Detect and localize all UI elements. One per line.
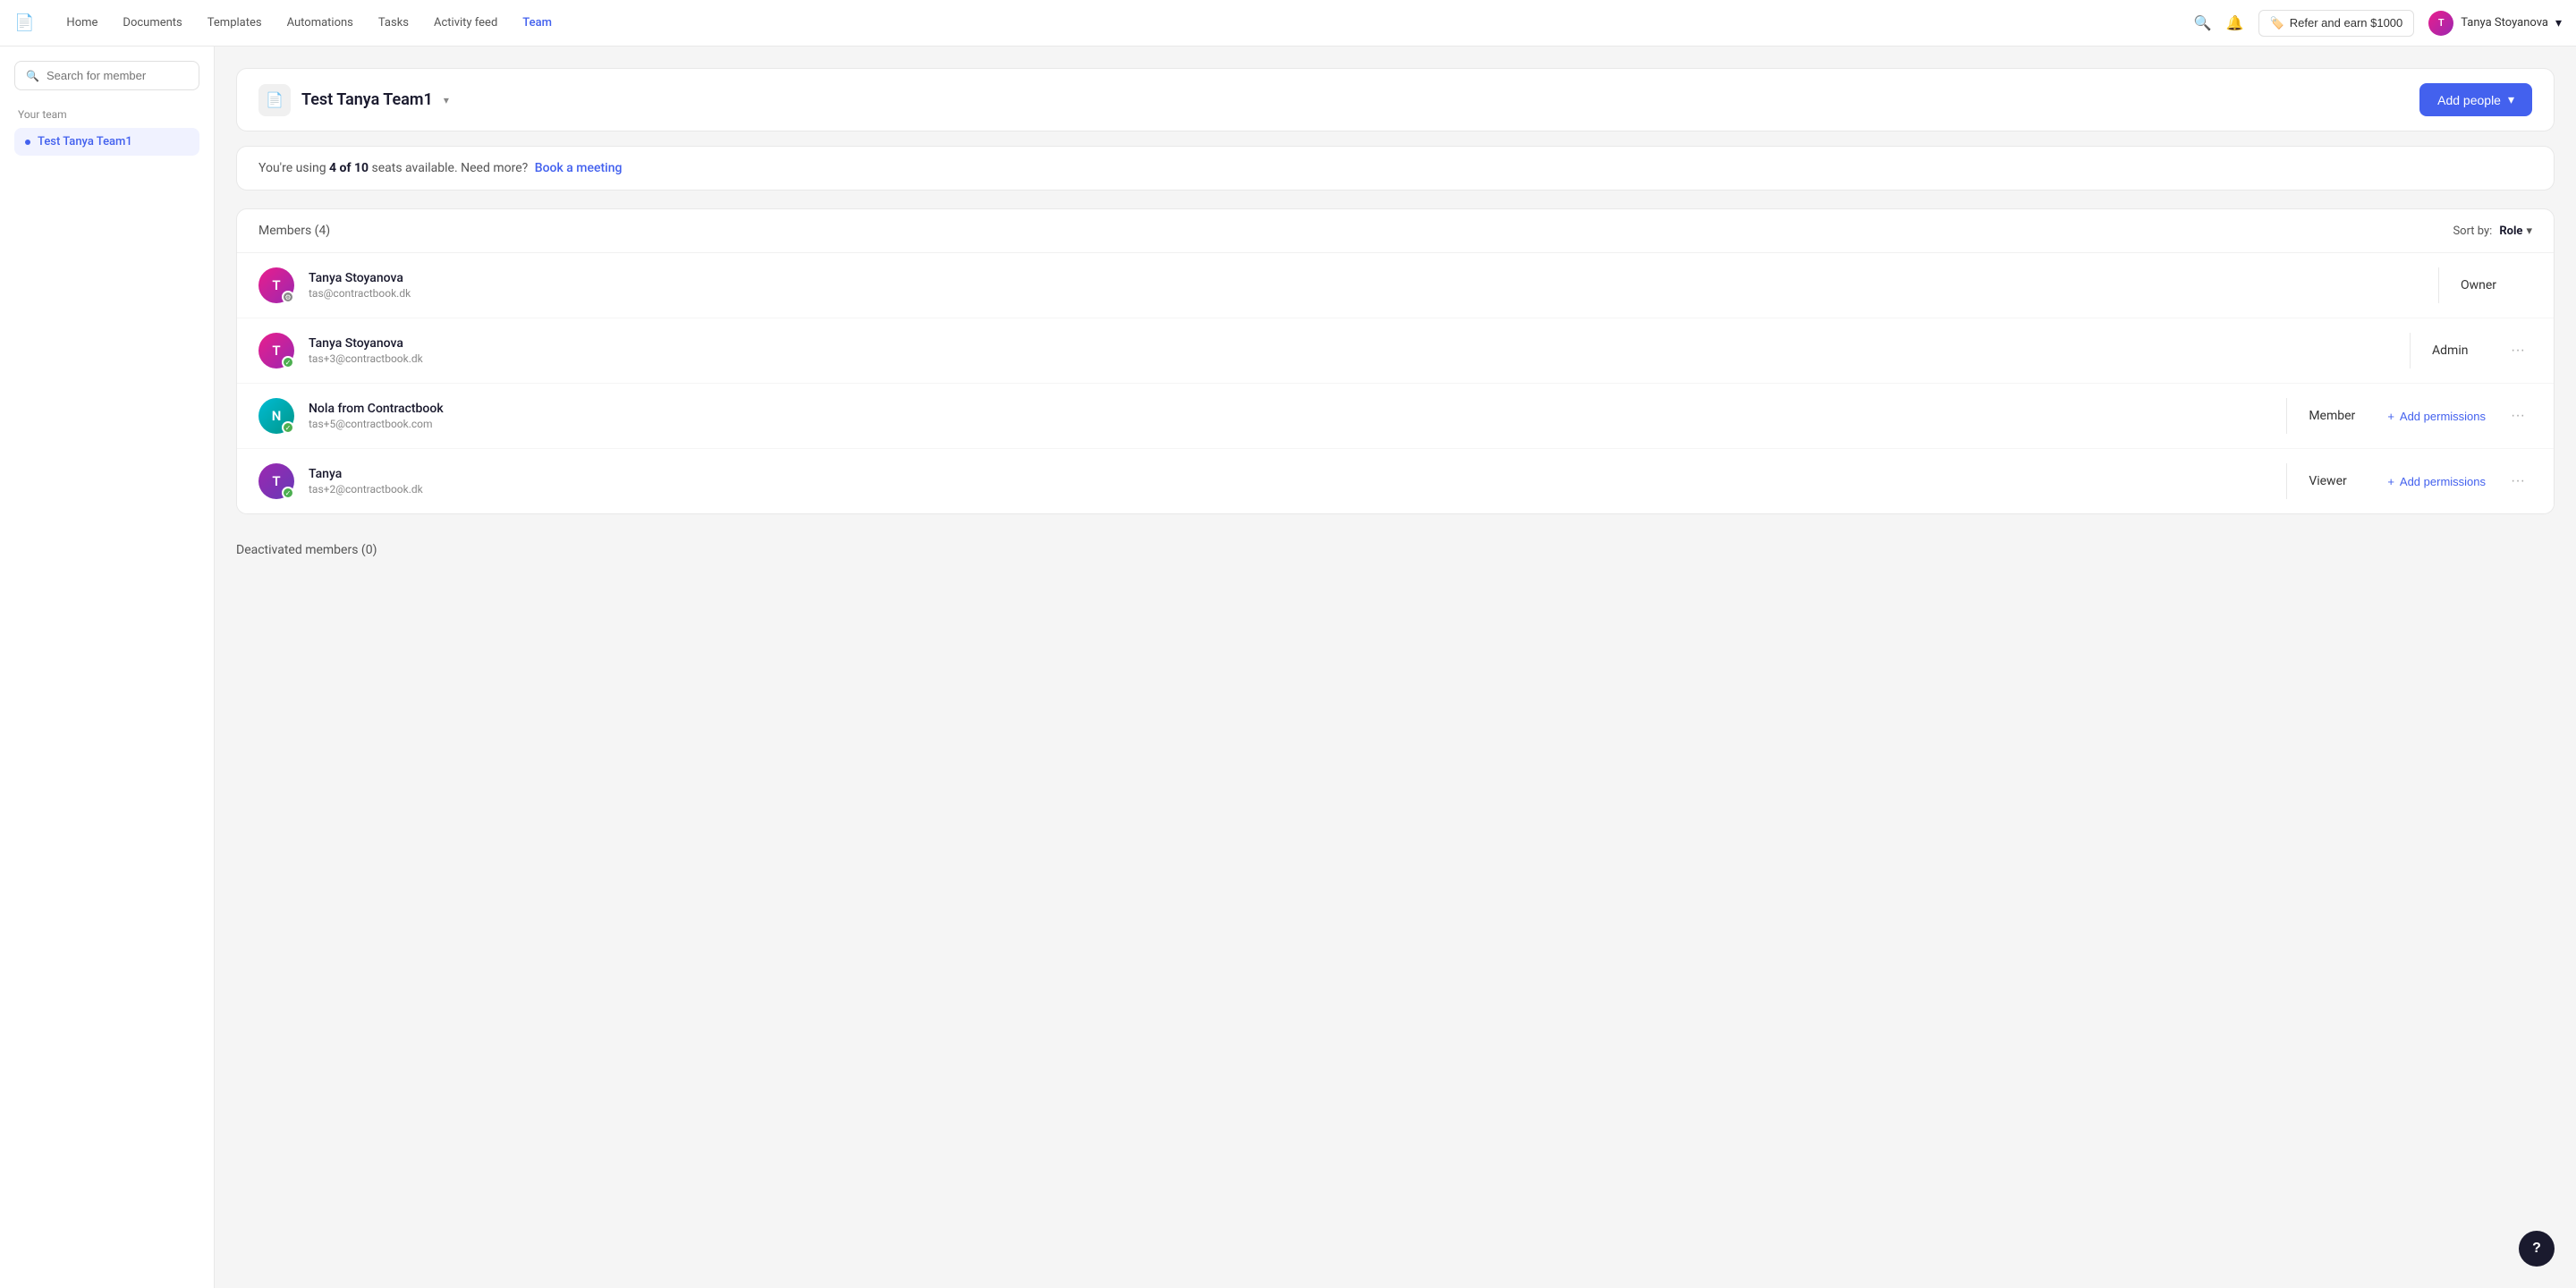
nav-home[interactable]: Home	[55, 11, 108, 35]
refer-button[interactable]: 🏷️ Refer and earn $1000	[2258, 10, 2415, 37]
top-navigation: 📄 Home Documents Templates Automations T…	[0, 0, 2576, 47]
member-email: tas+3@contractbook.dk	[309, 352, 2388, 365]
search-button[interactable]: 🔍	[2194, 14, 2212, 32]
member-actions: ···	[2504, 339, 2532, 362]
member-avatar-wrap: T ✓	[258, 463, 294, 499]
members-section: Members (4) Sort by: Role ▾ T ⚙ Tanya St…	[236, 208, 2555, 514]
member-avatar-wrap: N ✓	[258, 398, 294, 434]
team-icon: 📄	[258, 84, 291, 116]
sort-dropdown-icon: ▾	[2526, 225, 2532, 238]
plus-icon: +	[2387, 410, 2394, 423]
search-icon: 🔍	[26, 70, 39, 82]
sidebar: 🔍 Your team Test Tanya Team1	[0, 47, 215, 1288]
member-info: Nola from Contractbook tas+5@contractboo…	[309, 402, 2265, 430]
sidebar-item-label: Test Tanya Team1	[38, 135, 132, 148]
add-people-label: Add people	[2437, 93, 2501, 107]
status-badge-green: ✓	[282, 356, 294, 369]
add-permissions-label: Add permissions	[2400, 410, 2486, 423]
status-badge-green: ✓	[282, 421, 294, 434]
add-permissions-button[interactable]: + Add permissions	[2380, 471, 2493, 492]
member-row: T ✓ Tanya tas+2@contractbook.dk Viewer +…	[237, 449, 2554, 513]
team-dropdown-icon[interactable]: ▾	[444, 94, 449, 106]
help-button[interactable]: ?	[2519, 1231, 2555, 1267]
member-role: Admin	[2432, 343, 2504, 358]
nav-documents[interactable]: Documents	[112, 11, 192, 35]
sidebar-dot-icon	[25, 140, 30, 145]
more-options-button[interactable]: ···	[2504, 339, 2532, 362]
book-meeting-link[interactable]: Book a meeting	[535, 161, 623, 175]
member-actions: + Add permissions ···	[2380, 404, 2532, 428]
sort-value: Role	[2499, 225, 2522, 238]
member-row: T ⚙ Tanya Stoyanova tas@contractbook.dk …	[237, 253, 2554, 318]
nav-automations[interactable]: Automations	[276, 11, 364, 35]
member-search-box[interactable]: 🔍	[14, 61, 199, 90]
refer-label: Refer and earn $1000	[2290, 16, 2402, 30]
member-name: Tanya Stoyanova	[309, 271, 2417, 285]
role-divider	[2286, 398, 2287, 434]
role-divider	[2286, 463, 2287, 499]
member-role: Viewer	[2309, 474, 2380, 488]
app-logo: 📄	[14, 13, 34, 32]
more-options-button[interactable]: ···	[2504, 404, 2532, 428]
member-avatar-wrap: T ⚙	[258, 267, 294, 303]
notifications-button[interactable]: 🔔	[2226, 14, 2244, 32]
seats-used: 4 of 10	[329, 161, 369, 175]
member-actions: + Add permissions ···	[2380, 470, 2532, 493]
member-email: tas+2@contractbook.dk	[309, 483, 2265, 496]
user-name: Tanya Stoyanova	[2461, 16, 2548, 30]
sidebar-item-team1[interactable]: Test Tanya Team1	[14, 128, 199, 156]
members-count: Members (4)	[258, 224, 330, 238]
app-layout: 🔍 Your team Test Tanya Team1 📄 Test Tany…	[0, 0, 2576, 1288]
plus-icon: +	[2387, 475, 2394, 488]
nav-links: Home Documents Templates Automations Tas…	[55, 11, 2193, 35]
deactivated-label: Deactivated members (0)	[236, 543, 377, 557]
add-permissions-label: Add permissions	[2400, 475, 2486, 488]
nav-templates[interactable]: Templates	[197, 11, 273, 35]
add-people-dropdown-icon: ▾	[2508, 92, 2514, 107]
status-badge-green: ✓	[282, 487, 294, 499]
more-options-button[interactable]: ···	[2504, 470, 2532, 493]
team-name: Test Tanya Team1	[301, 90, 433, 109]
nav-tasks[interactable]: Tasks	[368, 11, 419, 35]
user-avatar: T	[2428, 11, 2453, 36]
member-name: Nola from Contractbook	[309, 402, 2265, 416]
member-email: tas@contractbook.dk	[309, 287, 2417, 300]
member-info: Tanya Stoyanova tas+3@contractbook.dk	[309, 336, 2388, 365]
member-row: N ✓ Nola from Contractbook tas+5@contrac…	[237, 384, 2554, 449]
search-input[interactable]	[47, 69, 188, 82]
member-name: Tanya Stoyanova	[309, 336, 2388, 351]
add-people-button[interactable]: Add people ▾	[2419, 83, 2532, 116]
members-header: Members (4) Sort by: Role ▾	[237, 209, 2554, 253]
sidebar-section-label: Your team	[14, 108, 199, 121]
member-info: Tanya Stoyanova tas@contractbook.dk	[309, 271, 2417, 300]
main-content: 📄 Test Tanya Team1 ▾ Add people ▾ You're…	[215, 47, 2576, 1288]
refer-icon: 🏷️	[2270, 16, 2284, 30]
team-title-area: 📄 Test Tanya Team1 ▾	[258, 84, 449, 116]
seats-info: You're using 4 of 10 seats available. Ne…	[236, 146, 2555, 191]
member-name: Tanya	[309, 467, 2265, 481]
member-role: Member	[2309, 409, 2380, 423]
member-row: T ✓ Tanya Stoyanova tas+3@contractbook.d…	[237, 318, 2554, 384]
status-badge-settings: ⚙	[282, 291, 294, 303]
seats-text-after: seats available. Need more?	[372, 161, 529, 175]
nav-activity-feed[interactable]: Activity feed	[423, 11, 508, 35]
sort-label: Sort by:	[2453, 225, 2492, 238]
sort-control[interactable]: Sort by: Role ▾	[2453, 225, 2532, 238]
deactivated-section: Deactivated members (0)	[236, 536, 2555, 564]
add-permissions-button[interactable]: + Add permissions	[2380, 406, 2493, 427]
nav-team[interactable]: Team	[512, 11, 563, 35]
team-header: 📄 Test Tanya Team1 ▾ Add people ▾	[236, 68, 2555, 131]
nav-right: 🔍 🔔 🏷️ Refer and earn $1000 T Tanya Stoy…	[2194, 10, 2562, 37]
seats-text-before: You're using	[258, 161, 329, 175]
member-info: Tanya tas+2@contractbook.dk	[309, 467, 2265, 496]
member-role: Owner	[2461, 278, 2532, 292]
member-email: tas+5@contractbook.com	[309, 418, 2265, 430]
role-divider	[2410, 333, 2411, 369]
member-avatar-wrap: T ✓	[258, 333, 294, 369]
role-divider	[2438, 267, 2439, 303]
user-menu[interactable]: T Tanya Stoyanova ▾	[2428, 11, 2562, 36]
user-dropdown-icon: ▾	[2555, 16, 2562, 30]
